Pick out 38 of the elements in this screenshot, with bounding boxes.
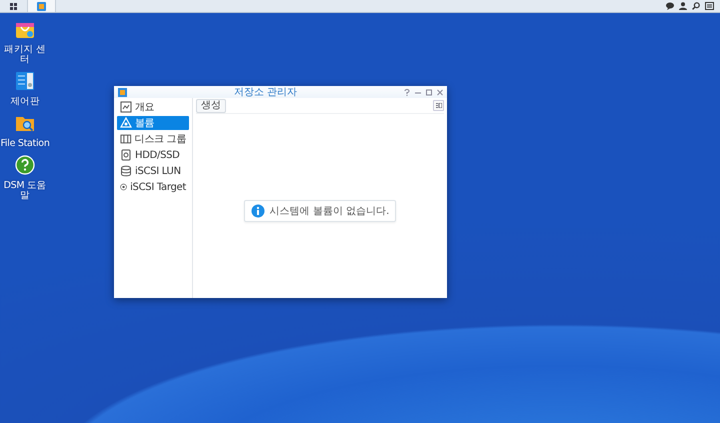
sidebar-item[interactable]: HDD/SSD	[117, 148, 189, 162]
maximize-icon[interactable]	[426, 88, 432, 96]
info-icon	[250, 204, 265, 218]
control-panel-icon	[15, 71, 35, 91]
close-icon[interactable]	[437, 88, 443, 96]
sidebar-item[interactable]: 볼륨	[117, 116, 189, 130]
view-toggle-button[interactable]	[433, 100, 444, 111]
desktop-icon-label: File Station	[0, 139, 50, 149]
desktop-shortcut[interactable]: File Station	[0, 113, 50, 149]
target-icon	[120, 181, 128, 193]
desktop-icon-label: DSM 도움말	[2, 181, 48, 201]
help-icon[interactable]	[404, 88, 410, 96]
help-icon	[15, 155, 35, 175]
search-icon[interactable]	[692, 2, 700, 10]
desktop-shortcut[interactable]: 패키지 센터	[0, 19, 50, 65]
chart-icon	[120, 101, 132, 113]
create-button[interactable]: 생성	[196, 98, 226, 112]
desktop-icon-label: 제어판	[9, 97, 41, 107]
user-icon[interactable]	[679, 2, 687, 10]
sidebar-item[interactable]: 개요	[117, 100, 189, 114]
sidebar-item[interactable]: iSCSI Target	[117, 180, 189, 194]
hard-drive-icon	[120, 149, 132, 161]
app-icon	[37, 2, 46, 10]
widgets-icon[interactable]	[705, 2, 714, 10]
desktop-shortcut[interactable]: 제어판	[0, 71, 50, 107]
disk-group-icon	[120, 133, 132, 145]
app-logo-icon	[118, 88, 127, 96]
desktop-icon-label: 패키지 센터	[3, 45, 47, 65]
volume-icon	[120, 117, 132, 129]
window-title: 저장소 관리자	[232, 86, 298, 99]
desktop-shortcut[interactable]: DSM 도움말	[0, 155, 50, 201]
sidebar-item[interactable]: 디스크 그룹	[117, 132, 189, 146]
empty-message: 시스템에 볼륨이 없습니다.	[270, 205, 390, 218]
list-view-icon	[436, 103, 442, 108]
chat-icon[interactable]	[666, 2, 674, 10]
sidebar-item[interactable]: iSCSI LUN	[117, 164, 189, 178]
database-icon	[120, 165, 132, 177]
grid-icon	[10, 2, 17, 10]
